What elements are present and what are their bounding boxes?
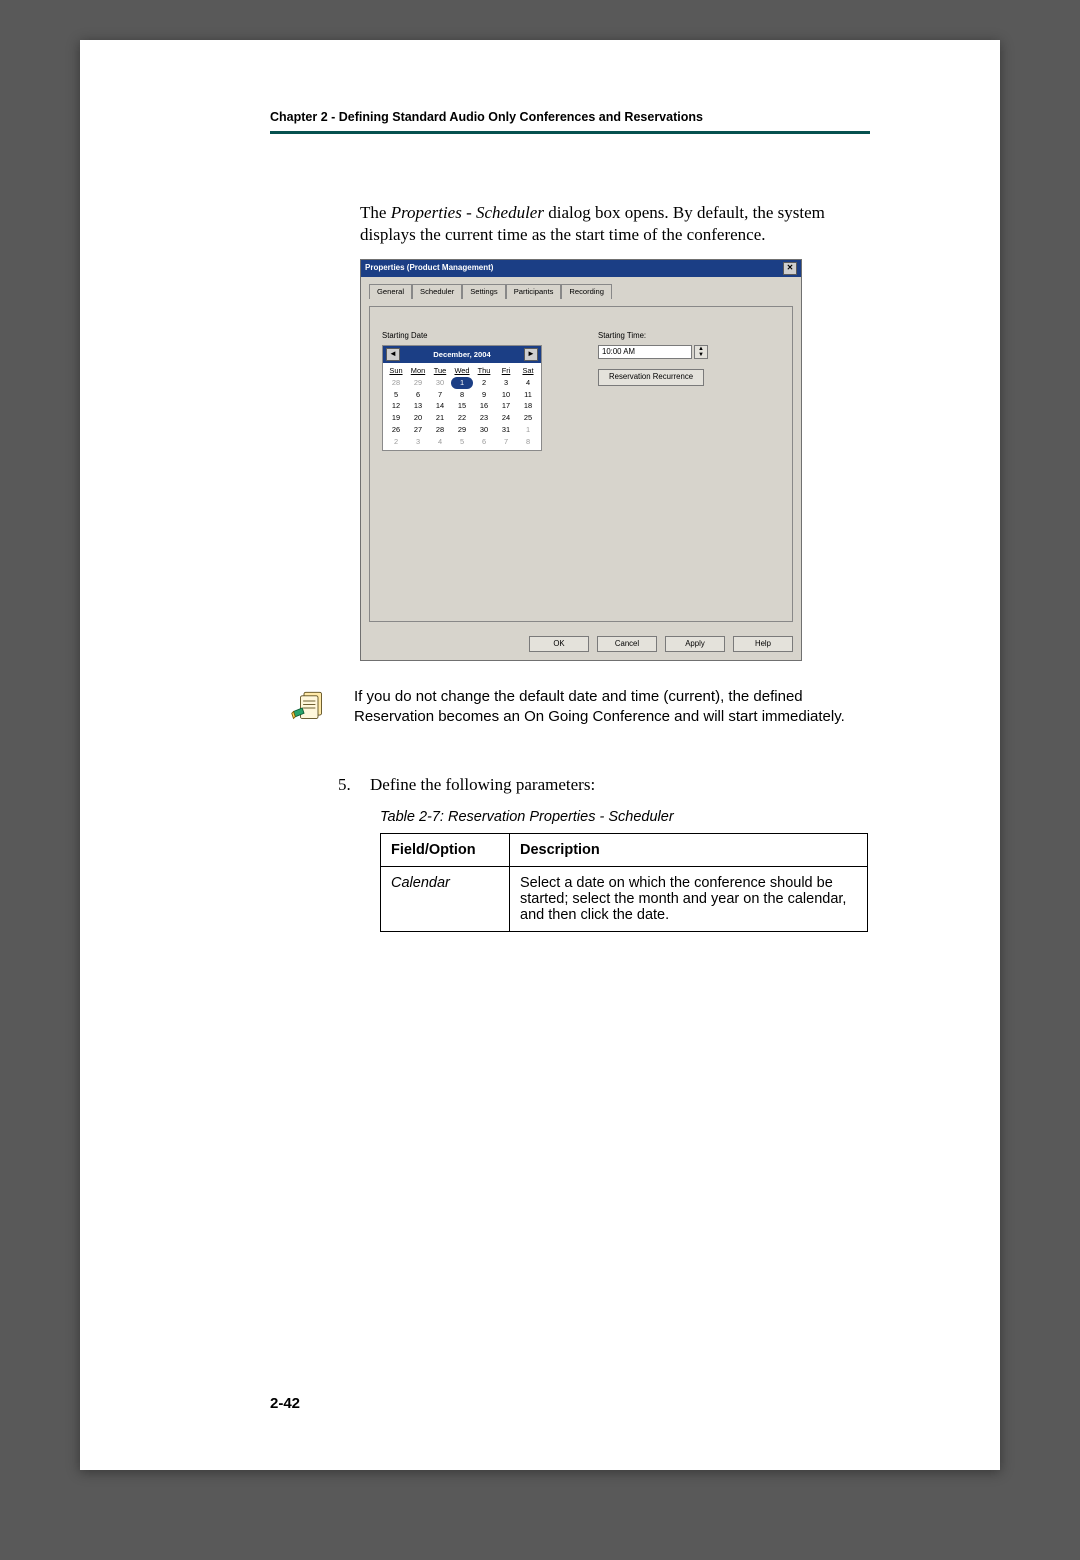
cancel-button[interactable]: Cancel: [597, 636, 657, 652]
calendar-day[interactable]: 2: [385, 436, 407, 448]
calendar-day[interactable]: 28: [429, 424, 451, 436]
apply-button[interactable]: Apply: [665, 636, 725, 652]
tab-recording[interactable]: Recording: [561, 284, 612, 299]
tab-settings[interactable]: Settings: [462, 284, 505, 299]
dialog-tabs: General Scheduler Settings Participants …: [369, 283, 793, 298]
starting-time-input[interactable]: 10:00 AM: [598, 345, 692, 359]
note-icon: [290, 687, 332, 735]
properties-dialog: Properties (Product Management) ✕ Genera…: [360, 259, 802, 661]
step-number: 5.: [338, 775, 352, 795]
reservation-recurrence-button[interactable]: Reservation Recurrence: [598, 369, 704, 385]
calendar-day[interactable]: 18: [517, 400, 539, 412]
calendar-day[interactable]: 30: [473, 424, 495, 436]
calendar-day[interactable]: 27: [407, 424, 429, 436]
calendar-day[interactable]: 1: [451, 377, 473, 389]
calendar-day[interactable]: 6: [473, 436, 495, 448]
th-field: Field/Option: [381, 834, 510, 867]
calendar-day[interactable]: 10: [495, 389, 517, 401]
calendar-day[interactable]: 21: [429, 412, 451, 424]
calendar-dow: Sun: [385, 365, 407, 377]
dialog-titlebar: Properties (Product Management) ✕: [361, 260, 801, 277]
calendar-day[interactable]: 22: [451, 412, 473, 424]
calendar-day[interactable]: 19: [385, 412, 407, 424]
calendar-day[interactable]: 16: [473, 400, 495, 412]
dialog-name: Properties - Scheduler: [391, 203, 544, 222]
calendar-day[interactable]: 26: [385, 424, 407, 436]
calendar-day[interactable]: 29: [407, 377, 429, 389]
tab-scheduler[interactable]: Scheduler: [412, 284, 462, 299]
calendar-day[interactable]: 11: [517, 389, 539, 401]
starting-time-label: Starting Time:: [598, 331, 780, 341]
calendar-day[interactable]: 12: [385, 400, 407, 412]
calendar-day[interactable]: 5: [385, 389, 407, 401]
dialog-title: Properties (Product Management): [365, 263, 493, 274]
calendar-day[interactable]: 5: [451, 436, 473, 448]
intro-paragraph: The Properties - Scheduler dialog box op…: [360, 202, 870, 247]
cell-description: Select a date on which the conference sh…: [510, 867, 868, 932]
th-description: Description: [510, 834, 868, 867]
calendar-day[interactable]: 8: [517, 436, 539, 448]
starting-date-label: Starting Date: [382, 331, 552, 341]
calendar-prev-icon[interactable]: ◄: [386, 348, 400, 361]
calendar-day[interactable]: 13: [407, 400, 429, 412]
calendar-day[interactable]: 7: [495, 436, 517, 448]
calendar-month-title: December, 2004: [433, 350, 490, 360]
params-table: Field/Option Description CalendarSelect …: [380, 833, 868, 932]
calendar-day[interactable]: 4: [429, 436, 451, 448]
calendar-dow: Fri: [495, 365, 517, 377]
ok-button[interactable]: OK: [529, 636, 589, 652]
intro-pre: The: [360, 203, 391, 222]
calendar-day[interactable]: 17: [495, 400, 517, 412]
calendar-day[interactable]: 9: [473, 389, 495, 401]
calendar-dow: Wed: [451, 365, 473, 377]
spinner-down-icon[interactable]: ▼: [695, 352, 707, 358]
calendar-day[interactable]: 8: [451, 389, 473, 401]
document-page: Chapter 2 - Defining Standard Audio Only…: [80, 40, 1000, 1470]
calendar-day[interactable]: 15: [451, 400, 473, 412]
calendar-day[interactable]: 7: [429, 389, 451, 401]
scheduler-panel: Starting Date ◄ December, 2004 ► SunMonT…: [369, 306, 793, 622]
step-5: 5. Define the following parameters:: [338, 775, 870, 795]
calendar-day[interactable]: 20: [407, 412, 429, 424]
cell-field: Calendar: [381, 867, 510, 932]
help-button[interactable]: Help: [733, 636, 793, 652]
calendar-day[interactable]: 1: [517, 424, 539, 436]
close-icon[interactable]: ✕: [783, 262, 797, 275]
calendar-day[interactable]: 31: [495, 424, 517, 436]
calendar-dow: Thu: [473, 365, 495, 377]
calendar-dow: Mon: [407, 365, 429, 377]
calendar-day[interactable]: 3: [495, 377, 517, 389]
calendar-widget[interactable]: ◄ December, 2004 ► SunMonTueWedThuFriSat…: [382, 345, 542, 450]
calendar-day[interactable]: 24: [495, 412, 517, 424]
table-row: CalendarSelect a date on which the confe…: [381, 867, 868, 932]
head-rule: [270, 131, 870, 134]
calendar-day[interactable]: 25: [517, 412, 539, 424]
calendar-dow: Sat: [517, 365, 539, 377]
time-spinner[interactable]: ▲ ▼: [694, 345, 708, 359]
calendar-day[interactable]: 28: [385, 377, 407, 389]
tab-participants[interactable]: Participants: [506, 284, 562, 299]
calendar-day[interactable]: 2: [473, 377, 495, 389]
note-text: If you do not change the default date an…: [354, 687, 870, 728]
calendar-day[interactable]: 4: [517, 377, 539, 389]
calendar-day[interactable]: 30: [429, 377, 451, 389]
calendar-dow: Tue: [429, 365, 451, 377]
table-caption: Table 2-7: Reservation Properties - Sche…: [380, 809, 1000, 825]
calendar-next-icon[interactable]: ►: [524, 348, 538, 361]
note-block: If you do not change the default date an…: [290, 687, 870, 735]
calendar-day[interactable]: 6: [407, 389, 429, 401]
running-head: Chapter 2 - Defining Standard Audio Only…: [270, 110, 870, 124]
calendar-day[interactable]: 29: [451, 424, 473, 436]
calendar-day[interactable]: 23: [473, 412, 495, 424]
page-number: 2-42: [270, 1395, 300, 1412]
tab-general[interactable]: General: [369, 284, 412, 299]
calendar-day[interactable]: 14: [429, 400, 451, 412]
calendar-day[interactable]: 3: [407, 436, 429, 448]
step-text: Define the following parameters:: [370, 775, 595, 795]
